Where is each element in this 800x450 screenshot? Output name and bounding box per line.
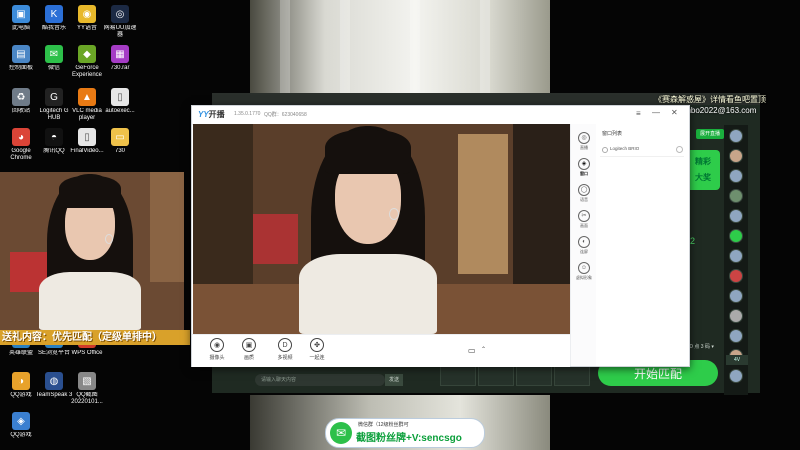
avatar-icon: ☺: [578, 262, 590, 274]
tool-label: 多视频: [277, 355, 293, 361]
minimize-icon[interactable]: —: [652, 108, 660, 117]
wechat-icon: ✉: [330, 422, 352, 444]
yy-titlebar[interactable]: YY开播 1.35.0.1770 QQ群：623040658 ≡ — ✕: [192, 106, 689, 125]
side-nav-item-link[interactable]: ◐ 连屏: [571, 236, 597, 255]
desktop-icon-label: QQ截图20220101...: [71, 392, 103, 405]
yy-icon: ◉: [78, 5, 96, 23]
settings-icon[interactable]: [676, 146, 683, 153]
connect-icon: ✤: [310, 338, 324, 352]
qq-game2-icon: ◈: [12, 412, 30, 430]
yy-toolbar: ◉ 摄像头 ▣ 画质 D 多视频 ✤ 一起连 ▭ ⌃: [192, 334, 570, 367]
tool-label: 摄像头: [209, 355, 225, 361]
camera-icon[interactable]: ▭: [468, 346, 476, 355]
promo-title: 《赛森解惑屋》详情看鱼吧置顶: [654, 95, 766, 104]
side-nav-label: 窗口: [580, 171, 588, 176]
side-nav-item-avatar[interactable]: ☺ 虚拟形象: [571, 262, 597, 281]
screen-icon: ✂: [578, 210, 590, 222]
live-icon: ◎: [578, 132, 590, 144]
voice-icon: ◯: [578, 184, 590, 196]
menu-icon[interactable]: ≡: [636, 109, 641, 118]
window-icon: ◈: [578, 158, 590, 170]
teamspeak-icon: ◍: [45, 372, 63, 390]
yy-logo: YY开播: [198, 110, 225, 119]
desktop-icon[interactable]: ▦ 730.rar: [101, 45, 139, 72]
streamer-figure: [35, 172, 145, 330]
window-list-panel: 窗口列表 Logitech BRIO: [596, 124, 689, 366]
uu-icon: ◎: [111, 5, 129, 23]
wechat-small-text: 微信群（12级粉丝群可: [358, 422, 409, 428]
id-tag: 4V: [726, 355, 748, 365]
side-nav-label: 语音: [580, 197, 588, 202]
background-stream-top: [250, 0, 550, 105]
document-icon: ▯: [78, 128, 96, 146]
gift-caption: 送礼内容：优先匹配（定级单排中）: [0, 330, 190, 345]
panel-title: 窗口列表: [602, 131, 623, 137]
link-icon: ◐: [578, 236, 590, 248]
chat-input[interactable]: 请输入聊天内容: [255, 374, 385, 386]
chevron-up-icon[interactable]: ⌃: [481, 346, 486, 353]
geforce-icon: ◆: [78, 45, 96, 63]
wechat-banner: ✉ 微信群（12级粉丝群可 截图粉丝牌+V:sencsgo: [325, 418, 485, 448]
side-nav-item-live[interactable]: ◎ 直播: [571, 132, 597, 151]
tool-button-multi-video[interactable]: D 多视频: [268, 338, 302, 361]
tool-button-camera-tool[interactable]: ◉ 摄像头: [200, 338, 234, 361]
desktop-icon[interactable]: ▭ 730: [101, 128, 139, 155]
yy-version: 1.35.0.1770: [234, 111, 261, 117]
multi-video-icon: D: [278, 338, 292, 352]
ghub-icon: G: [45, 88, 63, 106]
desktop-icon[interactable]: ◈ QQ游戏: [2, 412, 40, 439]
yy-side-nav: ◎ 直播 ◈ 窗口 ◯ 语音 ✂ 画面 ◐ 连屏 ☺ 虚拟形象: [570, 124, 598, 366]
promo-card-line2: 大奖: [695, 173, 711, 182]
desktop-icon-label: autoexec...: [105, 108, 135, 114]
qq-game-icon: ◑: [12, 372, 30, 390]
window-list-item[interactable]: Logitech BRIO: [600, 144, 684, 157]
window-list-item-label: Logitech BRIO: [610, 146, 640, 151]
desktop-icon-label: 730: [114, 148, 125, 154]
folder-icon: ▭: [111, 128, 129, 146]
file-icon: ▯: [111, 88, 129, 106]
desktop-icon-label: WPS Office: [71, 350, 103, 356]
yy-qq-group: QQ群：623040658: [264, 112, 307, 118]
side-nav-label: 连屏: [580, 249, 588, 254]
radio-icon[interactable]: [602, 147, 608, 153]
desktop-icon[interactable]: ▯ autoexec...: [101, 88, 139, 115]
yy-broadcast-window[interactable]: YY开播 1.35.0.1770 QQ群：623040658 ≡ — ✕ ◉ 摄像…: [191, 105, 690, 367]
side-nav-label: 直播: [580, 145, 588, 150]
close-icon[interactable]: ✕: [671, 108, 678, 117]
kuwo-icon: K: [45, 5, 63, 23]
desktop-icon-label: 网易UU加速器: [103, 25, 137, 38]
desktop-icon[interactable]: ◎ 网易UU加速器: [101, 5, 139, 39]
tool-label: 一起连: [309, 355, 325, 361]
left-webcam-preview: [0, 172, 184, 330]
open-live-button[interactable]: 展开直播: [696, 129, 724, 139]
side-nav-item-screen[interactable]: ✂ 画面: [571, 210, 597, 229]
computer-icon: ▣: [12, 5, 30, 23]
tool-button-connect[interactable]: ✤ 一起连: [300, 338, 334, 361]
vlc-icon: ▲: [78, 88, 96, 106]
recycle-bin-icon: ♻: [12, 88, 30, 106]
promo-card-line1: 精彩: [695, 157, 711, 166]
screenshot-icon: ▧: [78, 372, 96, 390]
side-nav-label: 画面: [580, 223, 588, 228]
chrome-icon: ◕: [12, 128, 30, 146]
desktop-icon[interactable]: ▧ QQ截图20220101...: [68, 372, 106, 406]
send-button[interactable]: 发送: [385, 374, 403, 386]
tool-label: 画质: [243, 355, 254, 361]
rar-icon: ▦: [111, 45, 129, 63]
side-nav-item-voice[interactable]: ◯ 语音: [571, 184, 597, 203]
side-nav-item-window[interactable]: ◈ 窗口: [571, 158, 597, 177]
wechat-icon: ✉: [45, 45, 63, 63]
streamer-figure-main: [293, 124, 443, 334]
yy-camera-preview: [193, 124, 570, 334]
desktop-icon-label: QQ游戏: [10, 432, 32, 438]
side-nav-label: 虚拟形象: [576, 275, 592, 280]
wechat-big-text: 截图粉丝牌+V:sencsgo: [356, 433, 462, 444]
control-panel-icon: ▤: [12, 45, 30, 63]
qq-icon: ◓: [45, 128, 63, 146]
tool-button-quality[interactable]: ▣ 画质: [232, 338, 266, 361]
quality-icon: ▣: [242, 338, 256, 352]
rank-dropdown[interactable]: ID 点 3 码 ▾: [688, 342, 718, 352]
camera-tool-icon: ◉: [210, 338, 224, 352]
desktop-icon-label: 730.rar: [110, 65, 130, 71]
